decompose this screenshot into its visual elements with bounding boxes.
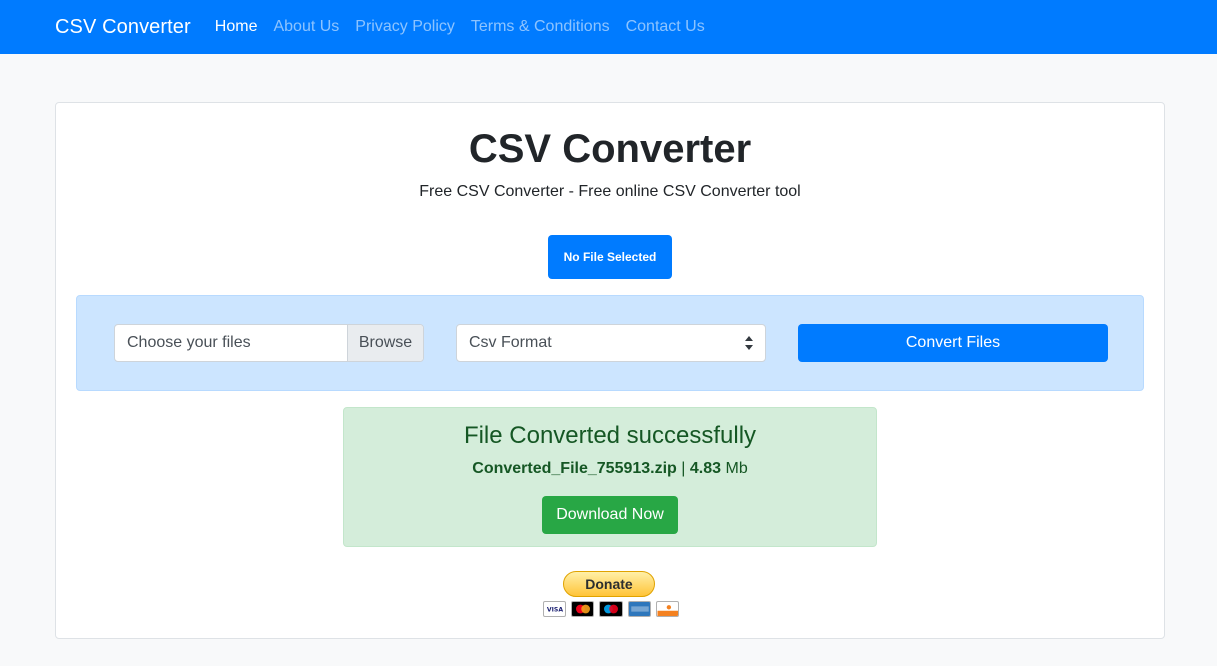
file-status-badge: No File Selected xyxy=(548,235,672,279)
nav-terms-conditions[interactable]: Terms & Conditions xyxy=(471,18,610,36)
mastercard-icon xyxy=(571,601,595,617)
svg-text:VISA: VISA xyxy=(547,607,563,614)
browse-button[interactable]: Browse xyxy=(347,325,423,361)
converted-file-size: 4.83 xyxy=(689,460,722,477)
converted-file-size-unit: Mb xyxy=(725,460,748,477)
navbar: CSV Converter Home About Us Privacy Poli… xyxy=(0,0,1217,54)
converter-card: CSV Converter Free CSV Converter - Free … xyxy=(55,102,1165,639)
nav-about-us[interactable]: About Us xyxy=(273,18,339,36)
converted-file-info: Converted_File_755913.zip | 4.83 Mb xyxy=(344,460,876,478)
format-select-value: Csv Format xyxy=(469,334,552,351)
file-input-placeholder[interactable]: Choose your files xyxy=(115,325,347,361)
discover-icon xyxy=(655,601,680,617)
select-arrows-icon xyxy=(745,336,753,350)
page-subtitle: Free CSV Converter - Free online CSV Con… xyxy=(419,183,801,200)
maestro-icon xyxy=(599,601,623,617)
upload-form: Choose your files Browse Csv Format Conv… xyxy=(76,295,1144,391)
amex-icon xyxy=(627,601,651,617)
converted-file-name: Converted_File_755913.zip xyxy=(472,460,677,477)
donate-button[interactable]: Donate xyxy=(563,571,655,597)
success-title: File Converted successfully xyxy=(463,422,757,449)
page-title: CSV Converter xyxy=(468,127,752,171)
format-select[interactable]: Csv Format xyxy=(456,324,766,362)
nav-privacy-policy[interactable]: Privacy Policy xyxy=(355,18,455,36)
payment-cards: VISA xyxy=(543,601,680,619)
nav-home[interactable]: Home xyxy=(215,18,258,36)
brand-link[interactable]: CSV Converter xyxy=(55,16,191,39)
file-input[interactable]: Choose your files Browse xyxy=(114,324,424,362)
nav-contact-us[interactable]: Contact Us xyxy=(626,18,705,36)
file-info-separator: | xyxy=(681,460,686,477)
success-alert: File Converted successfully Converted_Fi… xyxy=(343,407,877,547)
download-now-button[interactable]: Download Now xyxy=(542,496,678,534)
visa-icon: VISA xyxy=(543,601,567,617)
convert-files-button[interactable]: Convert Files xyxy=(798,324,1108,362)
